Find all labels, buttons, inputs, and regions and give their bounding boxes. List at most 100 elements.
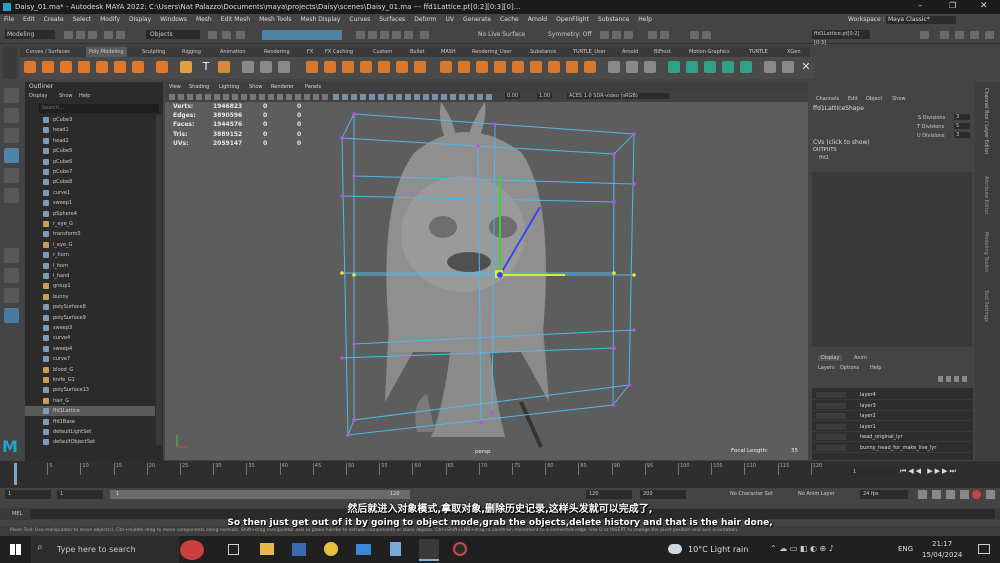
- selection-name-field[interactable]: ffd1Lattice.pt[0:2][0:3]: [812, 30, 870, 46]
- snap-grid-icon[interactable]: [356, 31, 365, 39]
- lattice-point[interactable]: [352, 112, 356, 116]
- u-divisions-field[interactable]: 3: [954, 132, 970, 138]
- shelf-tab[interactable]: BiFrost: [654, 49, 671, 55]
- playback-controls[interactable]: ⏮◀◀ ▶▶▶⏭: [900, 467, 996, 477]
- menu-deform[interactable]: Deform: [414, 14, 436, 26]
- bevel-icon[interactable]: [458, 61, 470, 73]
- weather-icon[interactable]: [668, 544, 682, 554]
- menu-arnold[interactable]: Arnold: [528, 14, 547, 26]
- shelf-tab[interactable]: XGen: [787, 49, 801, 55]
- outliner-item[interactable]: curve7: [25, 354, 155, 364]
- outliner-item[interactable]: defaultObjectSet: [25, 437, 155, 447]
- viewport-persp[interactable]: View Shading Lighting Show Renderer Pane…: [165, 82, 808, 460]
- redo-icon[interactable]: [116, 31, 125, 39]
- layer-tab-anim[interactable]: Anim: [854, 355, 867, 361]
- poly-cone-icon[interactable]: [78, 61, 90, 73]
- vp-menu-view[interactable]: View: [169, 84, 181, 90]
- lattice-point[interactable]: [493, 122, 497, 126]
- clock-time[interactable]: 21:17: [932, 540, 952, 548]
- layer-row[interactable]: head_original_lyr: [812, 432, 973, 442]
- mirror-icon[interactable]: [324, 61, 336, 73]
- menu-create[interactable]: Create: [44, 14, 64, 26]
- reduce-icon[interactable]: [414, 61, 426, 73]
- shelf-settings-icon[interactable]: [3, 47, 17, 79]
- history-icon[interactable]: [420, 31, 429, 39]
- menu-mesh[interactable]: Mesh: [196, 14, 212, 26]
- lattice-point[interactable]: [612, 152, 616, 156]
- svg-tool-icon[interactable]: [218, 61, 230, 73]
- outliner-item[interactable]: pCube3: [25, 115, 155, 125]
- type-tool-icon[interactable]: T: [200, 61, 212, 73]
- connect-icon[interactable]: [566, 61, 578, 73]
- bridge-icon[interactable]: [378, 61, 390, 73]
- snap-view-icon[interactable]: [392, 31, 401, 39]
- restore-button[interactable]: ❐: [949, 1, 956, 10]
- uv-editor-icon[interactable]: [740, 61, 752, 73]
- shelf-tab[interactable]: Substance: [530, 49, 556, 55]
- record-icon[interactable]: [972, 490, 981, 499]
- loop-icon[interactable]: [918, 490, 927, 499]
- workspace-dropdown[interactable]: Maya Classic*: [886, 16, 956, 24]
- playback-start-field[interactable]: 1: [57, 490, 103, 499]
- close-button[interactable]: ✕: [980, 1, 988, 11]
- layer-tab-display[interactable]: Display: [818, 355, 843, 361]
- lattice-point[interactable]: [632, 273, 636, 277]
- lattice-point[interactable]: [340, 136, 344, 140]
- automatic-map-icon[interactable]: [722, 61, 734, 73]
- outliner-item[interactable]: sweep4: [25, 344, 155, 354]
- menu-substance[interactable]: Substance: [598, 14, 629, 26]
- select-object-icon[interactable]: [222, 31, 231, 39]
- layer-row[interactable]: bunny_head_for_make_live_lyr: [812, 443, 973, 453]
- menu-windows[interactable]: Windows: [160, 14, 187, 26]
- lattice-point[interactable]: [612, 200, 616, 204]
- snap-point-icon[interactable]: [380, 31, 389, 39]
- shelf-tab[interactable]: TURTLE_User: [573, 49, 606, 55]
- outliner-item[interactable]: bunny: [25, 292, 155, 302]
- lattice-point[interactable]: [352, 418, 356, 422]
- outliner-item[interactable]: polySurface9: [25, 313, 155, 323]
- outliner-search-field[interactable]: Search...: [39, 104, 159, 113]
- menu-select[interactable]: Select: [73, 14, 92, 26]
- shelf-tab[interactable]: TURTLE: [749, 49, 768, 55]
- vp-menu-shading[interactable]: Shading: [189, 84, 209, 90]
- lattice-point[interactable]: [632, 182, 636, 186]
- shelf-tab[interactable]: Curves / Surfaces: [26, 49, 70, 55]
- weather-text[interactable]: 10°C Light rain: [688, 545, 748, 554]
- layer-row[interactable]: layer4: [812, 390, 973, 400]
- vp-menu-show[interactable]: Show: [249, 84, 263, 90]
- sweep-mesh-icon[interactable]: [180, 61, 192, 73]
- scale-tool-icon[interactable]: [4, 188, 19, 203]
- layer-menu-options[interactable]: Options: [840, 365, 859, 371]
- rotate-tool-icon[interactable]: [4, 168, 19, 183]
- auto-key-icon[interactable]: [946, 490, 955, 499]
- render-settings-icon[interactable]: [624, 31, 633, 39]
- output-node[interactable]: ffd1: [819, 155, 829, 161]
- live-surface-label[interactable]: No Live Surface: [478, 30, 528, 39]
- outliner-item[interactable]: knife_G1: [25, 375, 155, 385]
- menu-edit-mesh[interactable]: Edit Mesh: [221, 14, 250, 26]
- outliner-item[interactable]: curve4: [25, 333, 155, 343]
- four-view-icon[interactable]: [4, 268, 19, 283]
- layer-menu-help[interactable]: Help: [870, 365, 881, 371]
- shelf-tab[interactable]: Bullet: [410, 49, 424, 55]
- shelf-tab[interactable]: FX: [307, 49, 313, 55]
- anim-start-field[interactable]: 1: [5, 490, 51, 499]
- snap-curve-icon[interactable]: [368, 31, 377, 39]
- spherical-map-icon[interactable]: [704, 61, 716, 73]
- file-explorer-icon[interactable]: [260, 543, 274, 555]
- recorder-icon[interactable]: [453, 542, 467, 556]
- xray-icon[interactable]: [690, 31, 699, 39]
- pick-mask-icons[interactable]: [262, 30, 342, 40]
- shelf-tab[interactable]: Rendering_User: [472, 49, 511, 55]
- paint-select-icon[interactable]: [4, 128, 19, 143]
- outliner-menu-help[interactable]: Help: [79, 93, 90, 99]
- shelf-tab[interactable]: Motion Graphics: [689, 49, 730, 55]
- lattice-point[interactable]: [632, 328, 636, 332]
- menu-modify[interactable]: Modify: [100, 14, 120, 26]
- current-time-marker[interactable]: [14, 463, 17, 485]
- multi-cut-icon[interactable]: [530, 61, 542, 73]
- modeling-toolkit-icon[interactable]: [940, 31, 949, 39]
- outliner-item[interactable]: pCube7: [25, 167, 155, 177]
- smooth-icon[interactable]: [278, 61, 290, 73]
- lasso-tool-icon[interactable]: [4, 108, 19, 123]
